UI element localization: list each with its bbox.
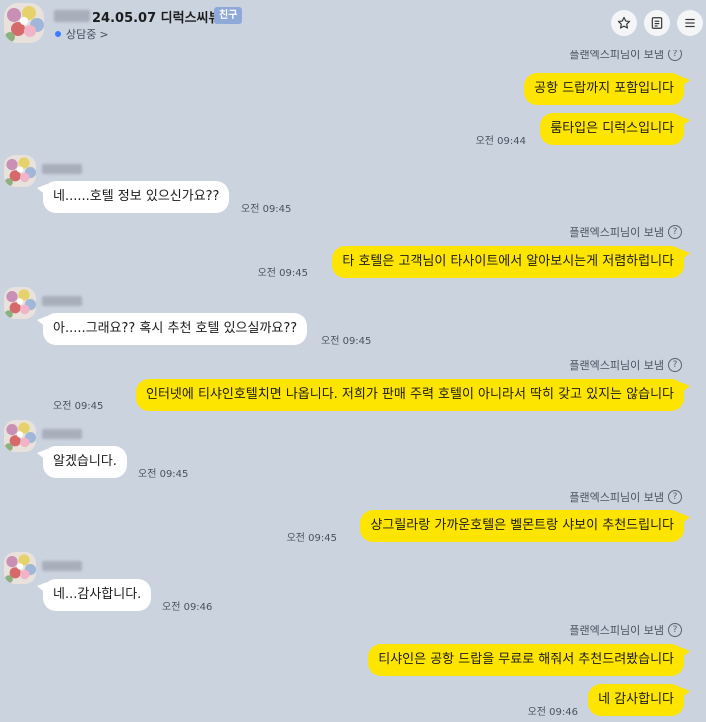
my-message-bubble[interactable]: 티샤인은 공항 드랍을 무료로 해줘서 추천드려봤습니다 <box>368 644 690 676</box>
their-message-bubble[interactable]: 알겠습니다. <box>37 446 127 478</box>
redacted-name <box>54 10 90 22</box>
sender-label: 플랜엑스피님이 보냄? <box>569 489 682 505</box>
chat-header: 24.05.07 디럭스씨뷰 친구 상담중 > <box>0 0 706 50</box>
sender-label: 플랜엑스피님이 보냄? <box>569 224 682 240</box>
favorite-button[interactable] <box>611 10 637 36</box>
their-message-bubble[interactable]: 네...감사합니다. <box>36 579 152 611</box>
my-message-bubble[interactable]: 룸타입은 디럭스입니다 <box>540 113 690 145</box>
their-message-bubble[interactable]: 네......호텔 정보 있으신가요?? <box>36 181 230 213</box>
consult-status[interactable]: 상담중 > <box>55 26 109 42</box>
profile-avatar[interactable] <box>4 3 44 43</box>
message-time: 오전 09:45 <box>321 336 372 347</box>
my-message-bubble[interactable]: 공항 드랍까지 포함입니다 <box>524 73 690 105</box>
message-time: 오전 09:46 <box>527 707 578 718</box>
help-icon[interactable]: ? <box>668 358 682 372</box>
friend-badge: 친구 <box>214 7 243 24</box>
hamburger-icon <box>685 18 695 28</box>
help-icon[interactable]: ? <box>668 490 682 504</box>
my-message-bubble[interactable]: 인터넷에 티샤인호텔치면 나옵니다. 저희가 판매 주력 호텔이 아니라서 딱히… <box>136 379 690 411</box>
message-time: 오전 09:45 <box>138 469 189 480</box>
message-time: 오전 09:45 <box>53 401 104 412</box>
contact-avatar[interactable] <box>4 420 36 452</box>
my-message-bubble[interactable]: 네 감사합니다 <box>588 684 690 716</box>
help-icon[interactable]: ? <box>668 225 682 239</box>
redacted-name <box>42 429 82 439</box>
notes-button[interactable] <box>644 10 670 36</box>
my-message-bubble[interactable]: 타 호텔은 고객님이 타사이트에서 알아보시는게 저렴하럽니다 <box>332 246 690 278</box>
help-icon[interactable]: ? <box>668 623 682 637</box>
their-message-bubble[interactable]: 아.....그래요?? 혹시 추천 호텔 있으실까요?? <box>36 313 308 345</box>
redacted-name <box>42 164 82 174</box>
contact-avatar[interactable] <box>4 287 36 319</box>
message-time: 오전 09:44 <box>475 136 526 147</box>
status-label: 상담중 <box>66 28 97 41</box>
message-time: 오전 09:45 <box>286 533 337 544</box>
my-message-bubble[interactable]: 샹그릴라랑 가까운호텔은 벨몬트랑 샤보이 추천드립니다 <box>360 510 690 542</box>
document-icon <box>651 17 663 29</box>
star-icon <box>617 16 631 29</box>
message-time: 오전 09:46 <box>162 602 213 613</box>
redacted-name <box>42 296 82 306</box>
contact-avatar[interactable] <box>4 155 36 187</box>
message-time: 오전 09:45 <box>257 268 308 279</box>
status-dot-icon <box>55 31 61 37</box>
message-time: 오전 09:45 <box>241 204 292 215</box>
sender-label: 플랜엑스피님이 보냄? <box>569 622 682 638</box>
menu-button[interactable] <box>677 10 703 36</box>
contact-avatar[interactable] <box>4 552 36 584</box>
chat-title: 24.05.07 디럭스씨뷰 <box>92 11 221 26</box>
chevron-right-icon: > <box>99 27 109 41</box>
redacted-name <box>42 561 82 571</box>
sender-label: 플랜엑스피님이 보냄? <box>569 357 682 373</box>
